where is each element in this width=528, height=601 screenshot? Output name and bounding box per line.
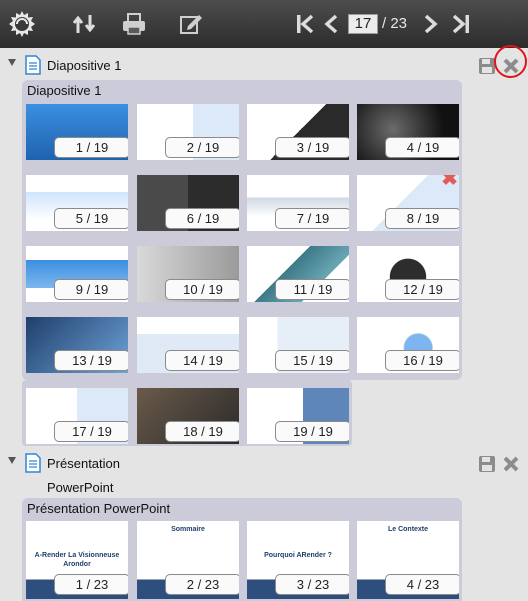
slide-thumbnail[interactable]: 15 / 19 (247, 317, 349, 373)
last-page-icon[interactable] (448, 8, 474, 40)
slide-thumbnail[interactable]: 7 / 19 (247, 175, 349, 231)
slide-thumbnail[interactable]: 14 / 19 (137, 317, 239, 373)
slide-page-label: 14 / 19 (165, 350, 239, 371)
slide-page-label: 16 / 19 (385, 350, 459, 371)
slide-thumbnail[interactable]: Le Contexte 4 / 23 (357, 521, 459, 599)
slide-heading: Pourquoi ARender ? (264, 552, 332, 559)
document-title-line2[interactable]: PowerPoint (47, 480, 113, 495)
slide-thumbnail[interactable]: 16 / 19 (357, 317, 459, 373)
slide-thumbnail[interactable]: 10 / 19 (137, 246, 239, 302)
close-icon[interactable] (502, 455, 520, 478)
document-header: Diapositive 1 (0, 52, 528, 78)
slide-thumbnail[interactable]: 11 / 19 (247, 246, 349, 302)
page-total: / 23 (382, 15, 408, 32)
slide-thumbnail[interactable]: 3 / 19 (247, 104, 349, 160)
slide-page-label: 13 / 19 (54, 350, 128, 371)
slide-page-label: 4 / 23 (385, 574, 459, 595)
slide-thumbnail[interactable]: 6 / 19 (137, 175, 239, 231)
collapse-toggle-icon[interactable] (8, 457, 16, 464)
slide-page-label: 17 / 19 (54, 421, 128, 442)
document-icon (25, 55, 41, 80)
slide-page-label: 15 / 19 (275, 350, 349, 371)
app-logo-icon[interactable] (4, 8, 40, 40)
document-header: Présentation PowerPoint (0, 450, 528, 496)
group-title: Diapositive 1 (27, 83, 102, 98)
slide-page-label: 7 / 19 (275, 208, 349, 229)
collapse-toggle-icon[interactable] (8, 59, 16, 66)
slide-page-label: 19 / 19 (275, 421, 349, 442)
slide-page-label: 10 / 19 (165, 279, 239, 300)
next-page-icon[interactable] (420, 8, 442, 40)
slide-page-label: 3 / 23 (275, 574, 349, 595)
group-title: Présentation PowerPoint (27, 501, 171, 516)
toolbar: 17 / 23 (0, 0, 528, 48)
close-highlight-ring (494, 45, 527, 78)
slide-thumbnail[interactable]: 18 / 19 (137, 388, 239, 444)
slide-thumbnail[interactable]: 4 / 19 (357, 104, 459, 160)
slide-thumbnail[interactable]: 17 / 19 (26, 388, 128, 444)
slide-thumbnail[interactable]: 2 / 19 (137, 104, 239, 160)
slide-heading: Sommaire (171, 526, 205, 533)
delete-slide-icon[interactable]: ✖ (441, 175, 458, 189)
slide-thumbnail[interactable]: Sommaire 2 / 23 (137, 521, 239, 599)
document-icon (25, 453, 41, 478)
slide-page-label: 2 / 19 (165, 137, 239, 158)
slide-heading: A-Render La Visionneuse Arondor (34, 552, 120, 568)
slide-thumbnail[interactable]: 13 / 19 (26, 317, 128, 373)
slide-page-label: 4 / 19 (385, 137, 459, 158)
slide-page-label: 5 / 19 (54, 208, 128, 229)
slide-thumbnail[interactable]: 5 / 19 (26, 175, 128, 231)
slide-heading: Le Contexte (387, 526, 429, 533)
previous-page-icon[interactable] (320, 8, 342, 40)
slide-thumbnail[interactable]: 1 / 19 (26, 104, 128, 160)
print-icon[interactable] (118, 8, 150, 40)
slide-thumbnail[interactable]: 19 / 19 (247, 388, 349, 444)
document-title-line1[interactable]: Présentation (47, 456, 120, 471)
slide-thumbnail[interactable]: 9 / 19 (26, 246, 128, 302)
sort-icon[interactable] (68, 8, 100, 40)
slide-page-label: 11 / 19 (275, 279, 349, 300)
slide-thumbnail[interactable]: Pourquoi ARender ? 3 / 23 (247, 521, 349, 599)
slide-page-label: 3 / 19 (275, 137, 349, 158)
slide-page-label: 12 / 19 (385, 279, 459, 300)
save-icon[interactable] (478, 455, 496, 478)
slide-page-label: 1 / 19 (54, 137, 128, 158)
slide-page-label: 18 / 19 (165, 421, 239, 442)
slide-page-label: 8 / 19 (385, 208, 459, 229)
edit-icon[interactable] (175, 8, 207, 40)
slide-thumbnail[interactable]: 12 / 19 (357, 246, 459, 302)
slide-page-label: 9 / 19 (54, 279, 128, 300)
slide-page-label: 6 / 19 (165, 208, 239, 229)
document-title[interactable]: Diapositive 1 (47, 58, 121, 73)
slide-thumbnail[interactable]: 8 / 19 ✖ (357, 175, 459, 231)
first-page-icon[interactable] (292, 8, 318, 40)
slide-thumbnail[interactable]: A-Render La Visionneuse Arondor 1 / 23 (26, 521, 128, 599)
slide-page-label: 2 / 23 (165, 574, 239, 595)
slide-page-label: 1 / 23 (54, 574, 128, 595)
page-number-input[interactable]: 17 (348, 14, 378, 34)
